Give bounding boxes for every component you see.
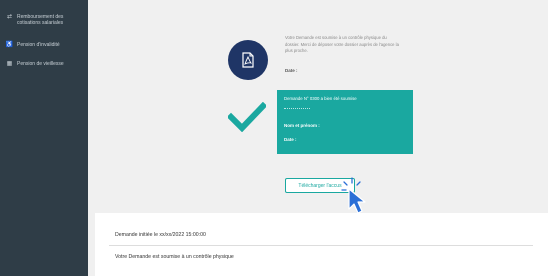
pdf-icon <box>228 40 268 80</box>
history-panel: Demande initiée le xx/xx/2022 15:00:00 V… <box>95 213 548 276</box>
status-date-label: Date : <box>285 68 298 73</box>
request-submitted-text: Demande N° 0300 a bien été soumise <box>284 96 357 101</box>
history-row: Demande initiée le xx/xx/2022 15:00:00 <box>115 232 206 238</box>
divider <box>109 245 533 246</box>
grid-icon: ▦ <box>6 61 13 67</box>
sidebar-item-label: Remboursement des cotisations salariales <box>17 14 64 26</box>
date-label: Date : <box>284 137 297 142</box>
sidebar-item-label: Pension de vieillesse <box>17 61 64 67</box>
sidebar-item-remboursement[interactable]: ⇄ Remboursement des cotisations salarial… <box>6 14 87 26</box>
history-row: Votre Demande est soumise à un contrôle … <box>115 254 234 260</box>
wheelchair-icon: ♿ <box>5 42 14 48</box>
sidebar-item-label: Pension d'invalidité <box>17 42 60 48</box>
sidebar-item-pension-vieillesse[interactable]: ▦ Pension de vieillesse <box>6 61 87 67</box>
pdf-document-icon <box>242 52 254 68</box>
name-label: Nom et prénom : <box>284 123 320 128</box>
checkmark-icon <box>228 102 266 132</box>
mouse-cursor-icon <box>341 177 366 214</box>
status-message: Votre Demande est soumise à un contrôle … <box>285 35 399 53</box>
sidebar-item-pension-invalidite[interactable]: ♿ Pension d'invalidité <box>6 42 87 48</box>
exchange-icon: ⇄ <box>6 14 13 20</box>
confirmation-card: Demande N° 0300 a bien été soumise Nom e… <box>277 90 413 154</box>
separator <box>284 108 310 109</box>
sidebar: ⇄ Remboursement des cotisations salarial… <box>0 0 88 276</box>
